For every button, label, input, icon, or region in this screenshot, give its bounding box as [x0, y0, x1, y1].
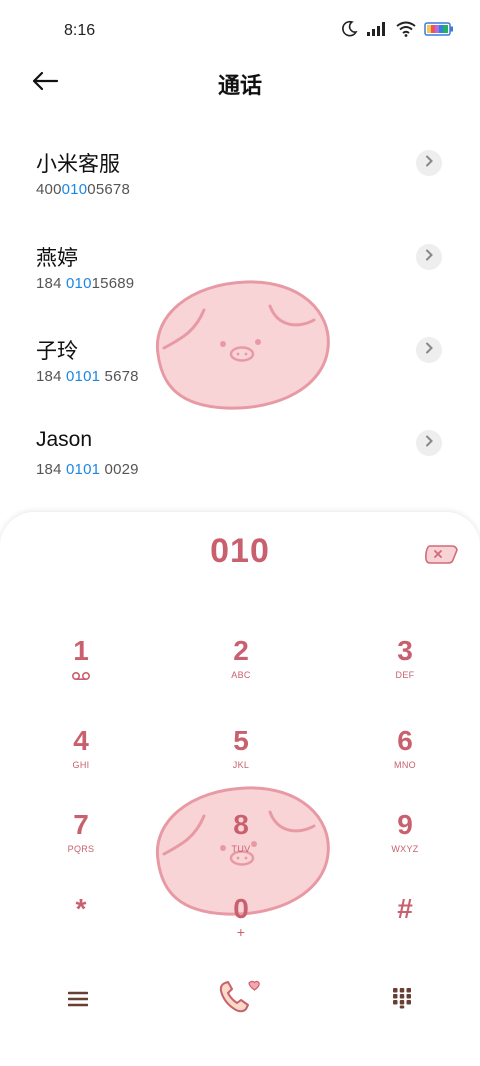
key-hash[interactable]: # — [345, 894, 465, 964]
contact-number: 184 0101 5678 — [36, 368, 139, 385]
key-digit: 5 — [233, 725, 249, 756]
number-match: 010 — [61, 181, 88, 198]
key-digit: 3 — [397, 635, 413, 666]
contact-row[interactable]: Jason 184 0101 0029 — [0, 428, 480, 518]
dialed-number: 010 — [210, 532, 270, 570]
key-8[interactable]: 8 TUV — [181, 810, 301, 880]
keypad-icon — [392, 987, 412, 1014]
contact-row[interactable]: 小米客服 40001005678 — [0, 148, 480, 238]
contact-detail-button[interactable] — [416, 150, 442, 176]
key-digit: 9 — [397, 809, 413, 840]
key-letters: + — [236, 924, 246, 940]
contact-number: 184 0101 0029 — [36, 461, 139, 478]
number-part: 05678 — [87, 181, 130, 198]
key-letters: WXYZ — [391, 844, 419, 854]
number-part: 184 — [36, 368, 66, 385]
key-digit: 1 — [73, 635, 89, 666]
key-letters: JKL — [232, 760, 250, 770]
key-9[interactable]: 9 WXYZ — [345, 810, 465, 880]
key-digit: 2 — [233, 635, 249, 666]
delete-button[interactable] — [420, 542, 460, 566]
call-icon — [216, 977, 260, 1022]
key-5[interactable]: 5 JKL — [181, 726, 301, 796]
chevron-right-icon — [424, 248, 434, 266]
key-3[interactable]: 3 DEF — [345, 636, 465, 706]
contact-number: 40001005678 — [36, 181, 130, 198]
key-0[interactable]: 0 + — [181, 894, 301, 964]
key-digit: * — [75, 893, 87, 924]
status-time: 8:16 — [64, 22, 96, 39]
key-1[interactable]: 1 — [21, 636, 141, 706]
contact-detail-button[interactable] — [416, 337, 442, 363]
signal-icon — [366, 21, 388, 42]
key-digit: 8 — [233, 809, 249, 840]
chevron-right-icon — [424, 154, 434, 172]
chevron-right-icon — [424, 434, 434, 452]
moon-icon — [340, 20, 358, 43]
key-star[interactable]: * — [21, 894, 141, 964]
chevron-right-icon — [424, 341, 434, 359]
key-digit: 7 — [73, 809, 89, 840]
number-part: 184 — [36, 275, 66, 292]
key-letters: DEF — [395, 670, 415, 680]
number-part: 15689 — [91, 275, 135, 292]
menu-icon — [67, 991, 89, 1012]
contact-name: 子玲 — [36, 340, 78, 363]
contact-detail-button[interactable] — [416, 430, 442, 456]
number-part: 400 — [36, 181, 62, 198]
contact-name: Jason — [36, 428, 93, 451]
key-digit: 4 — [73, 725, 89, 756]
key-letters: TUV — [231, 844, 251, 854]
key-digit: # — [397, 893, 413, 924]
key-letters: ABC — [231, 670, 251, 680]
header: 通话 — [0, 62, 480, 106]
number-match: 0101 — [66, 368, 101, 385]
key-2[interactable]: 2 ABC — [181, 636, 301, 706]
pig-decoration-icon — [150, 276, 334, 421]
key-4[interactable]: 4 GHI — [21, 726, 141, 796]
contact-number: 184 01015689 — [36, 275, 134, 292]
call-button[interactable] — [214, 975, 262, 1023]
key-letters: PQRS — [67, 844, 95, 854]
status-icons — [340, 20, 454, 43]
key-digit: 0 — [233, 893, 249, 924]
key-letters: GHI — [72, 760, 90, 770]
status-bar: 8:16 — [0, 0, 480, 62]
battery-icon — [424, 21, 454, 42]
number-match: 010 — [66, 275, 92, 292]
keypad-toggle-button[interactable] — [378, 976, 426, 1024]
voicemail-icon — [21, 668, 141, 686]
number-part: 5678 — [100, 368, 139, 385]
page-title: 通话 — [217, 73, 262, 98]
key-6[interactable]: 6 MNO — [345, 726, 465, 796]
key-digit: 6 — [397, 725, 413, 756]
number-part: 0029 — [100, 461, 139, 478]
contact-detail-button[interactable] — [416, 244, 442, 270]
delete-icon — [420, 545, 460, 570]
contact-name: 燕婷 — [36, 247, 78, 270]
wifi-icon — [396, 21, 416, 42]
key-7[interactable]: 7 PQRS — [21, 810, 141, 880]
number-part: 184 — [36, 461, 66, 478]
key-letters: MNO — [394, 760, 416, 770]
menu-button[interactable] — [54, 977, 102, 1025]
number-match: 0101 — [66, 461, 101, 478]
contact-name: 小米客服 — [36, 153, 120, 176]
